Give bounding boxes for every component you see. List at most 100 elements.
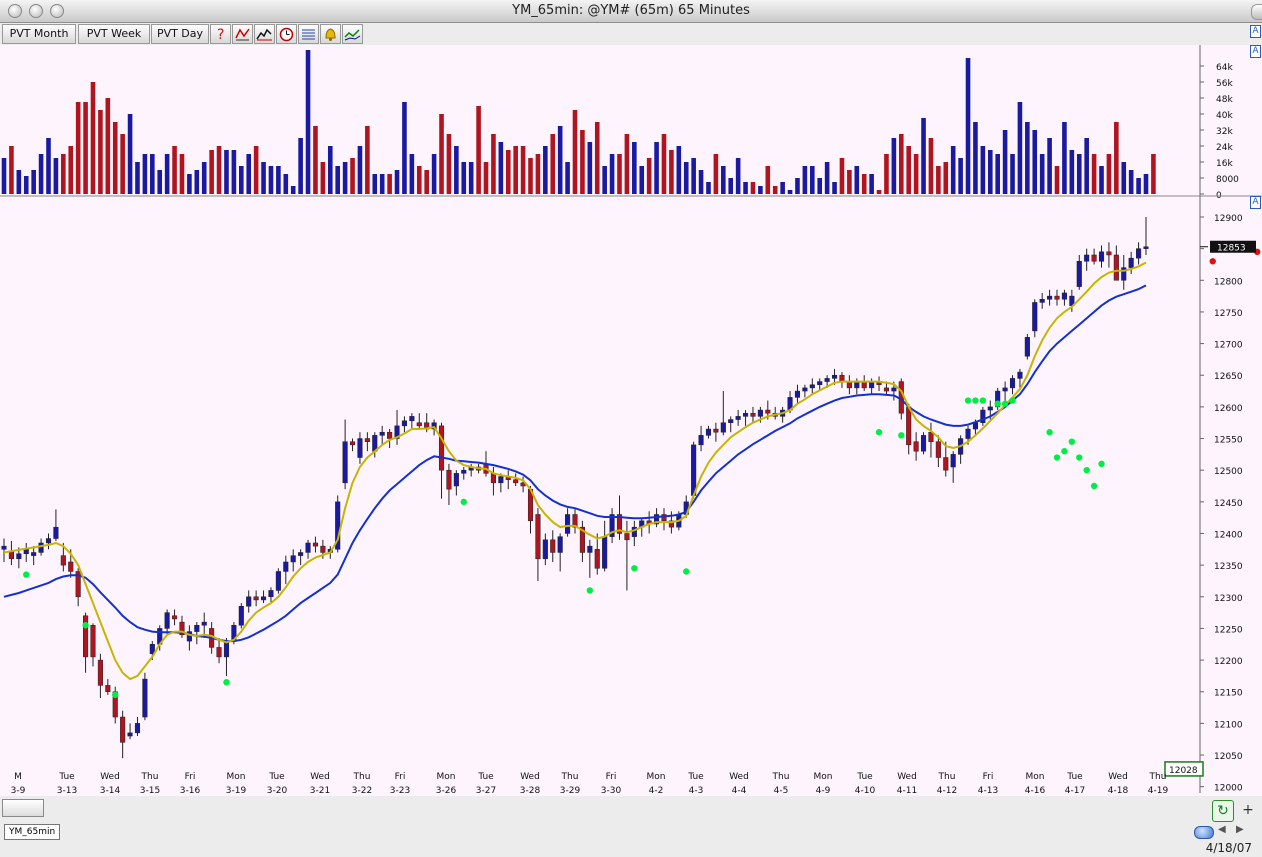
indicator-icon[interactable]	[342, 24, 363, 44]
date-label: 4-9	[816, 786, 831, 796]
price-tick-label: 12550	[1214, 436, 1243, 446]
volume-bar	[68, 146, 74, 194]
candle-body	[817, 381, 823, 385]
volume-bar	[1076, 154, 1082, 194]
candle-body	[268, 590, 274, 598]
volume-bar	[602, 166, 607, 194]
date-label: 4-11	[897, 786, 917, 796]
scale-auto-button-volume[interactable]: A	[1250, 45, 1261, 58]
volume-bar	[194, 170, 200, 194]
volume-bar	[327, 146, 333, 194]
candle-body	[416, 422, 422, 427]
volume-bar	[520, 146, 526, 194]
volume-bar	[1143, 174, 1149, 194]
volume-bar	[861, 174, 867, 194]
candle-body	[565, 514, 571, 534]
candle-body	[913, 441, 919, 452]
add-chart-button[interactable]: +	[1240, 800, 1256, 820]
pvt-day-button[interactable]: PVT Day	[151, 24, 209, 44]
volume-bar	[646, 158, 652, 194]
horizontal-scrollbar[interactable]	[0, 796, 1262, 822]
candle-body	[105, 685, 111, 692]
candle-body	[1128, 257, 1134, 268]
price-tick-label: 12200	[1214, 657, 1243, 667]
alert-bell-icon[interactable]	[320, 24, 341, 44]
pivot-low-dot	[683, 568, 690, 575]
volume-bar	[305, 50, 311, 194]
volume-bar	[23, 176, 29, 194]
date-label: 4-4	[732, 786, 747, 796]
pivot-low-dot	[979, 397, 987, 404]
day-label: Thu	[353, 772, 371, 782]
candle-body	[1, 545, 7, 550]
help-question-icon[interactable]: ?	[210, 24, 231, 44]
candle-body	[275, 571, 281, 591]
volume-bar	[572, 110, 578, 194]
pivot-low-dot	[23, 571, 30, 578]
candle-body	[23, 549, 29, 554]
data-table-icon[interactable]	[298, 24, 319, 44]
volume-bar	[253, 146, 259, 194]
tab-symbol[interactable]: YM_65min	[4, 824, 61, 840]
scale-auto-button-price[interactable]: A	[1250, 196, 1261, 209]
pivot-low-dot	[112, 691, 119, 699]
scroll-thumb[interactable]	[2, 799, 44, 817]
candle-body	[906, 406, 912, 446]
volume-tick-label: 32k	[1216, 127, 1233, 137]
pivot-low-dot	[1083, 466, 1090, 474]
candle-body	[965, 428, 971, 439]
chart-draw-icon[interactable]	[232, 24, 253, 44]
volume-bar	[624, 134, 630, 194]
volume-bar	[728, 178, 734, 194]
date-label: 4-13	[978, 786, 998, 796]
volume-bar	[1002, 130, 1008, 194]
status-date: 4/18/07	[1205, 841, 1252, 855]
pvt-week-button[interactable]: PVT Week	[78, 24, 150, 44]
day-label: Thu	[561, 772, 579, 782]
refresh-icon[interactable]: ↻	[1212, 800, 1234, 822]
volume-bar	[424, 170, 429, 194]
price-tick-label: 12400	[1214, 530, 1243, 540]
volume-bar	[891, 138, 897, 194]
candle-body	[142, 678, 148, 718]
volume-bar	[276, 166, 281, 194]
volume-bar	[950, 146, 956, 194]
volume-bar	[283, 174, 289, 194]
scroll-right-icon[interactable]: ▶	[1236, 824, 1244, 835]
volume-bar	[335, 166, 341, 194]
volume-bar	[987, 150, 993, 194]
volume-bar	[1099, 166, 1104, 194]
price-tick-label: 12250	[1214, 625, 1243, 635]
date-label: 3-9	[11, 786, 26, 796]
day-label: Tue	[1066, 772, 1083, 782]
candle-body	[260, 596, 267, 601]
volume-bar	[802, 166, 808, 194]
volume-bar	[1032, 130, 1038, 194]
candle-body	[45, 538, 52, 544]
toolbar-toggle-button[interactable]	[1251, 4, 1262, 20]
alarm-clock-icon[interactable]	[276, 24, 297, 44]
day-label: Fri	[395, 772, 406, 782]
volume-bar	[965, 58, 971, 194]
volume-bar	[706, 182, 711, 194]
date-label: 4-2	[649, 786, 664, 796]
candle-body	[194, 625, 200, 632]
zoom-slider-handle[interactable]	[1194, 826, 1214, 839]
candle-body	[1113, 254, 1119, 281]
volume-bar	[1047, 138, 1052, 194]
volume-bar	[187, 174, 192, 194]
day-label: Wed	[729, 772, 749, 782]
scroll-left-icon[interactable]: ◀	[1218, 824, 1226, 835]
volume-bar	[246, 154, 252, 194]
volume-bar	[350, 158, 355, 194]
volume-bar	[298, 138, 303, 194]
date-label: 4-16	[1025, 786, 1046, 796]
volume-bar	[164, 154, 170, 194]
volume-bar	[1136, 178, 1141, 194]
candle-body	[557, 536, 563, 553]
volume-bar	[1091, 154, 1097, 194]
candlestick-icon[interactable]	[254, 24, 275, 44]
pvt-month-button[interactable]: PVT Month	[2, 24, 76, 44]
day-label: Mon	[814, 772, 833, 782]
scale-auto-button-top[interactable]: A	[1250, 25, 1261, 38]
